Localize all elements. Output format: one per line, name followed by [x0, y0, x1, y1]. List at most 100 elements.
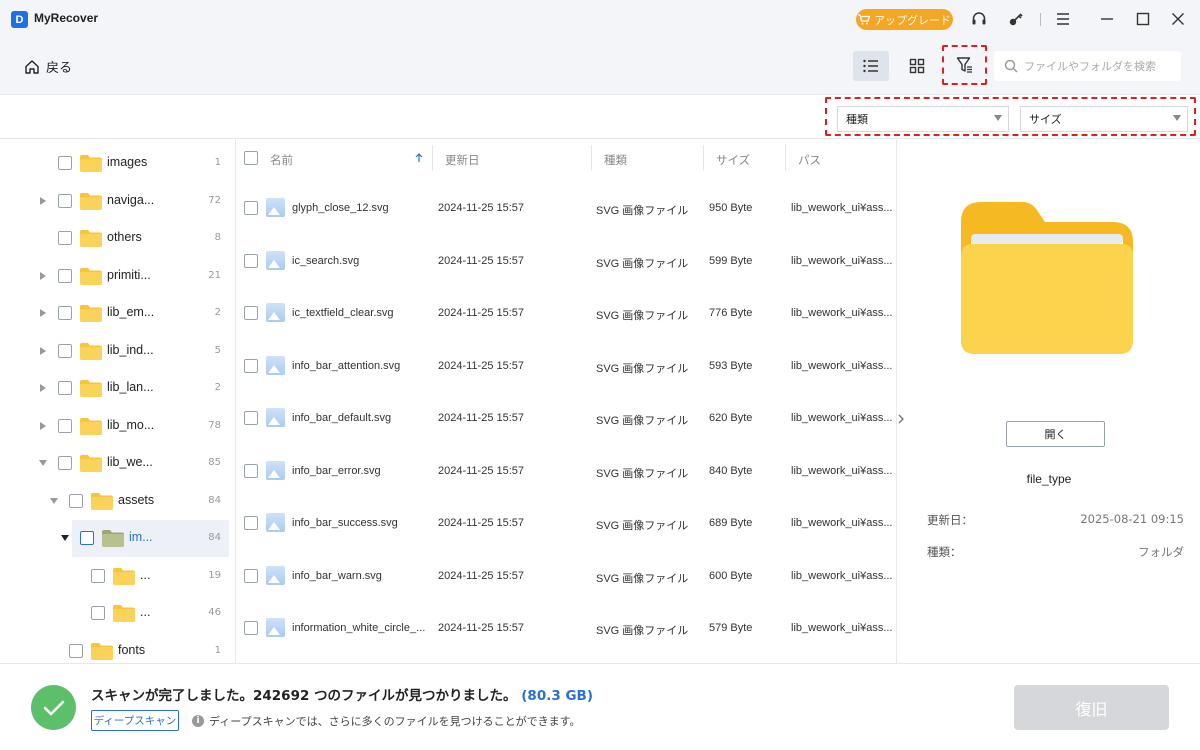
key-icon[interactable]: [1006, 9, 1026, 29]
row-checkbox[interactable]: [244, 568, 258, 583]
tree-checkbox[interactable]: [58, 343, 72, 358]
scan-message-text: スキャンが完了しました。242692 つのファイルが見つかりました。: [91, 688, 517, 704]
tree-item[interactable]: naviga... 72: [0, 183, 235, 220]
row-checkbox[interactable]: [244, 411, 258, 425]
collapse-preview-icon[interactable]: [897, 413, 905, 425]
collapsed-arrow-icon[interactable]: [39, 346, 47, 355]
tree-checkbox[interactable]: [58, 456, 72, 470]
tree-item[interactable]: assets 84: [0, 483, 235, 520]
image-file-icon: [266, 460, 285, 480]
tree-item[interactable]: lib_mo... 78: [0, 408, 235, 445]
tree-item[interactable]: im... 84: [0, 520, 235, 557]
tree-checkbox[interactable]: [91, 606, 105, 620]
folder-tree: images 1 naviga... 72 others 8 primiti... 21 lib…: [0, 140, 236, 663]
table-row[interactable]: info_bar_warn.svg 2024-11-25 15:57 SVG 画像フ…: [237, 551, 895, 603]
table-row[interactable]: glyph_close_12.svg 2024-11-25 15:57 SVG 画像…: [237, 183, 895, 235]
folder-preview-icon: [961, 202, 1133, 354]
collapsed-arrow-icon[interactable]: [39, 309, 47, 317]
expanded-arrow-icon[interactable]: [50, 497, 58, 505]
expanded-arrow-icon[interactable]: [39, 459, 47, 467]
open-button[interactable]: 開く: [1006, 421, 1105, 447]
tree-item[interactable]: images 1: [0, 145, 235, 182]
sort-up-icon[interactable]: [415, 153, 423, 163]
minimize-icon[interactable]: [1097, 9, 1117, 29]
size-filter-label: サイズ: [1029, 113, 1062, 126]
tree-item-label: assets: [118, 492, 155, 507]
back-button[interactable]: 戻る: [24, 57, 72, 76]
tree-item-label: ...: [140, 605, 151, 619]
tree-item[interactable]: lib_lan... 2: [0, 370, 235, 407]
column-modified[interactable]: 更新日: [445, 152, 480, 168]
filter-button[interactable]: [942, 45, 987, 85]
tree-item[interactable]: ... 46: [0, 595, 235, 632]
collapsed-arrow-icon[interactable]: [39, 196, 47, 205]
tree-item-label: lib_lan...: [107, 380, 154, 394]
row-checkbox[interactable]: [244, 201, 258, 215]
headset-icon[interactable]: [969, 9, 989, 29]
tree-item[interactable]: primiti... 21: [0, 258, 235, 295]
table-row[interactable]: ic_search.svg 2024-11-25 15:57 SVG 画像ファイル 5…: [237, 236, 895, 288]
collapsed-arrow-icon[interactable]: [39, 384, 47, 392]
tree-item[interactable]: lib_we... 85: [0, 445, 235, 482]
row-checkbox[interactable]: [244, 463, 258, 478]
column-size[interactable]: サイズ: [716, 152, 750, 168]
tree-item[interactable]: fonts 1: [0, 633, 235, 664]
upgrade-button[interactable]: アップグレード: [856, 9, 953, 30]
column-type[interactable]: 種類: [604, 152, 627, 168]
search-box[interactable]: [994, 51, 1181, 81]
table-row[interactable]: info_bar_success.svg 2024-11-25 15:57 SVG …: [237, 498, 895, 550]
close-icon[interactable]: [1168, 9, 1188, 29]
folder-icon: [80, 455, 102, 472]
list-view-button[interactable]: [853, 51, 889, 81]
tree-checkbox[interactable]: [58, 381, 72, 395]
tree-checkbox[interactable]: [80, 531, 94, 545]
list-view-icon: [863, 59, 878, 73]
tree-checkbox[interactable]: [58, 231, 72, 245]
collapsed-arrow-icon[interactable]: [39, 421, 47, 430]
table-row[interactable]: info_bar_default.svg 2024-11-25 15:57 SVG …: [237, 393, 895, 445]
search-input[interactable]: [1024, 59, 1174, 73]
collapsed-arrow-icon[interactable]: [39, 271, 47, 280]
tree-checkbox[interactable]: [69, 643, 83, 658]
row-checkbox[interactable]: [244, 516, 258, 530]
size-filter-select[interactable]: サイズ: [1020, 106, 1188, 132]
row-checkbox[interactable]: [244, 358, 258, 373]
tree-checkbox[interactable]: [58, 418, 72, 433]
grid-view-button[interactable]: [899, 51, 935, 81]
tree-item[interactable]: lib_ind... 5: [0, 333, 235, 370]
deep-scan-button[interactable]: ディープスキャン: [91, 710, 179, 731]
row-checkbox[interactable]: [244, 253, 258, 268]
type-filter-select[interactable]: 種類: [837, 106, 1009, 132]
menu-icon[interactable]: [1053, 9, 1073, 29]
list-header: 名前 更新日 種類 サイズ パス: [237, 140, 895, 177]
tree-checkbox[interactable]: [58, 193, 72, 208]
table-row[interactable]: info_bar_attention.svg 2024-11-25 15:57 SV…: [237, 341, 895, 393]
maximize-icon[interactable]: [1133, 9, 1153, 29]
tree-item[interactable]: lib_em... 2: [0, 295, 235, 332]
tree-item-label: lib_em...: [107, 305, 155, 319]
restore-button[interactable]: 復旧: [1014, 685, 1169, 730]
tree-checkbox[interactable]: [91, 568, 105, 583]
file-type: SVG 画像ファイル: [596, 310, 689, 322]
tree-item-label: lib_mo...: [107, 417, 155, 432]
toolbar: 戻る: [0, 38, 1200, 95]
tree-checkbox[interactable]: [58, 306, 72, 320]
row-checkbox[interactable]: [244, 306, 258, 320]
column-path[interactable]: パス: [798, 152, 821, 168]
table-row[interactable]: information_white_circle_... 2024-11-25 1…: [237, 603, 895, 655]
file-path: lib_wework_ui¥ass...: [791, 622, 893, 634]
tree-checkbox[interactable]: [69, 493, 83, 508]
tree-item[interactable]: others 8: [0, 220, 235, 257]
select-all-checkbox[interactable]: [244, 151, 258, 165]
tree-item[interactable]: ... 19: [0, 558, 235, 595]
file-type: SVG 画像ファイル: [596, 572, 689, 585]
row-checkbox[interactable]: [244, 621, 258, 635]
table-row[interactable]: ic_textfield_clear.svg 2024-11-25 15:57 SV…: [237, 288, 895, 340]
tree-checkbox[interactable]: [58, 268, 72, 283]
expanded-arrow-icon[interactable]: [61, 534, 69, 542]
image-file-icon: [266, 250, 285, 270]
column-name[interactable]: 名前: [270, 152, 293, 168]
table-row[interactable]: info_bar_error.svg 2024-11-25 15:57 SVG 画像…: [237, 446, 895, 498]
scan-total-size: (80.3 GB): [521, 688, 593, 704]
tree-checkbox[interactable]: [58, 156, 72, 170]
